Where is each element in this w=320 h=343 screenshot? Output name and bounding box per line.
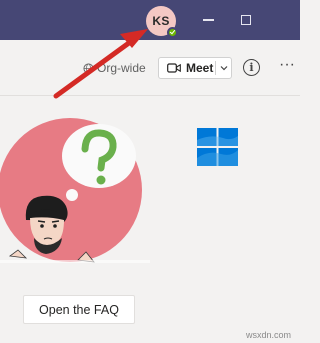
org-wide-indicator[interactable]: Org-wide: [83, 61, 146, 75]
minimize-button[interactable]: [196, 8, 220, 32]
globe-icon: [83, 62, 94, 74]
maximize-button[interactable]: [234, 8, 258, 32]
maximize-icon: [241, 15, 251, 25]
more-icon: ···: [279, 56, 295, 73]
open-faq-button[interactable]: Open the FAQ: [23, 295, 135, 324]
info-icon: i: [249, 61, 254, 74]
meet-button[interactable]: Meet: [158, 57, 232, 79]
windows-logo-icon: [197, 128, 238, 166]
watermark: wsxdn.com: [246, 330, 292, 340]
meet-label: Meet: [186, 61, 214, 75]
info-button[interactable]: i: [243, 59, 260, 76]
minimize-icon: [202, 19, 214, 21]
more-options-button[interactable]: ···: [279, 56, 295, 74]
video-camera-icon: [167, 63, 181, 73]
chevron-down-icon[interactable]: [219, 63, 229, 73]
presence-available-icon: [167, 27, 178, 38]
org-wide-label: Org-wide: [97, 61, 146, 75]
confused-person-illustration: [0, 118, 150, 263]
meet-divider: [215, 61, 216, 75]
avatar-initials: KS: [152, 14, 170, 28]
open-faq-label: Open the FAQ: [39, 302, 119, 317]
